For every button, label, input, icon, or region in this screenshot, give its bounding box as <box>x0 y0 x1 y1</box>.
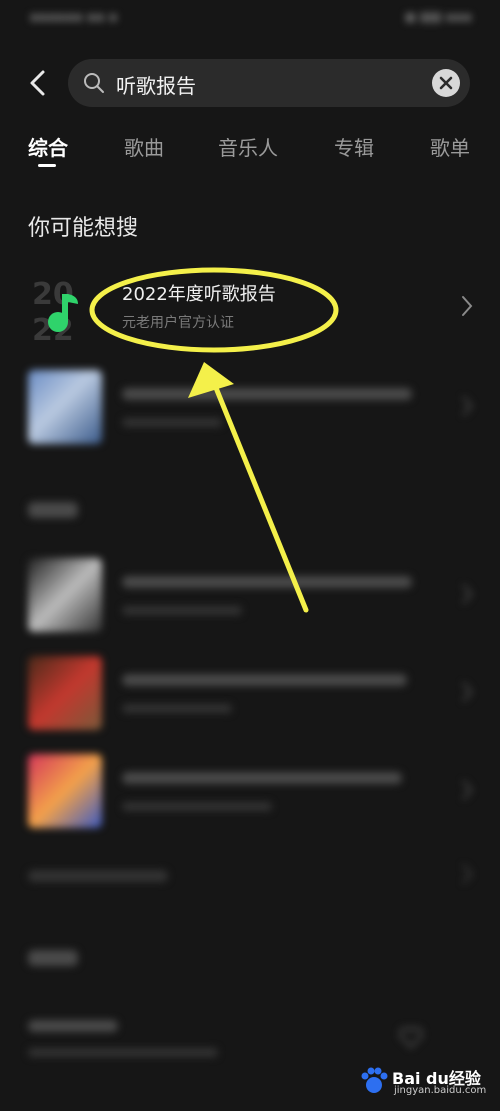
tab-playlists[interactable]: 歌单 <box>430 132 470 161</box>
row-thumbnail <box>28 370 102 444</box>
row-thumbnail <box>28 558 102 632</box>
blurred-song-subtitle <box>28 1048 218 1057</box>
row-thumbnail <box>28 656 102 730</box>
chevron-right-icon <box>462 682 473 702</box>
chevron-left-icon <box>30 70 45 96</box>
playlist-row-blurred[interactable] <box>0 648 500 738</box>
paw-logo-icon <box>361 1067 388 1093</box>
blurred-section-header <box>28 502 78 518</box>
section-title-suggestions: 你可能想搜 <box>28 216 139 241</box>
blurred-song-title[interactable] <box>28 1020 118 1032</box>
chevron-right-icon <box>462 864 473 884</box>
blurred-subtitle <box>122 802 272 811</box>
blurred-view-more[interactable] <box>28 870 168 882</box>
status-icons-blurred: ◼ ▮▮▮ ▪▪▪ <box>405 10 472 25</box>
suggestion-title: 2022年度听歌报告 <box>122 284 276 305</box>
row-thumbnail <box>28 754 102 828</box>
active-tab-indicator <box>38 164 56 167</box>
close-icon <box>439 76 453 90</box>
blurred-title <box>122 388 412 400</box>
back-button[interactable] <box>22 66 56 100</box>
tab-artists[interactable]: 音乐人 <box>218 132 278 161</box>
annual-report-logo: 20 22 <box>28 270 102 348</box>
search-row: 听歌报告 <box>0 56 500 110</box>
blurred-section-header <box>28 950 78 966</box>
search-input[interactable]: 听歌报告 <box>68 59 470 107</box>
clear-search-button[interactable] <box>432 69 460 97</box>
playlist-row-blurred[interactable] <box>0 746 500 836</box>
blurred-subtitle <box>122 418 222 427</box>
chevron-right-icon <box>462 396 473 416</box>
status-bar: ▪▪▪▪▪▪ ▪▪ ▪ ◼ ▮▮▮ ▪▪▪ <box>0 0 500 40</box>
watermark: Bai du经验 jingyan.baidu.com <box>358 1061 488 1101</box>
tab-songs[interactable]: 歌曲 <box>124 132 164 161</box>
blurred-subtitle <box>122 704 232 713</box>
chevron-right-icon <box>462 584 473 604</box>
blurred-title <box>122 772 402 784</box>
suggestion-subtitle: 元老用户官方认证 <box>122 315 234 331</box>
blurred-title <box>122 674 407 686</box>
tab-albums[interactable]: 专辑 <box>334 132 374 161</box>
suggestion-row-annual-report[interactable]: 20 22 2022年度听歌报告 元老用户官方认证 <box>0 262 500 352</box>
tab-overall[interactable]: 综合 <box>28 132 68 161</box>
playlist-row-blurred[interactable] <box>0 550 500 640</box>
search-icon <box>84 73 104 93</box>
result-tabs: 综合 歌曲 音乐人 专辑 歌单 <box>0 128 500 172</box>
heart-icon[interactable] <box>398 1026 424 1050</box>
search-query: 听歌报告 <box>116 74 196 98</box>
blurred-title <box>122 576 412 588</box>
chevron-right-icon <box>462 780 473 800</box>
status-carrier-blurred: ▪▪▪▪▪▪ ▪▪ ▪ <box>30 10 118 25</box>
watermark-url: jingyan.baidu.com <box>394 1085 487 1096</box>
blurred-subtitle <box>122 606 242 615</box>
suggestion-row-blurred[interactable] <box>0 362 500 452</box>
chevron-right-icon <box>462 296 473 316</box>
